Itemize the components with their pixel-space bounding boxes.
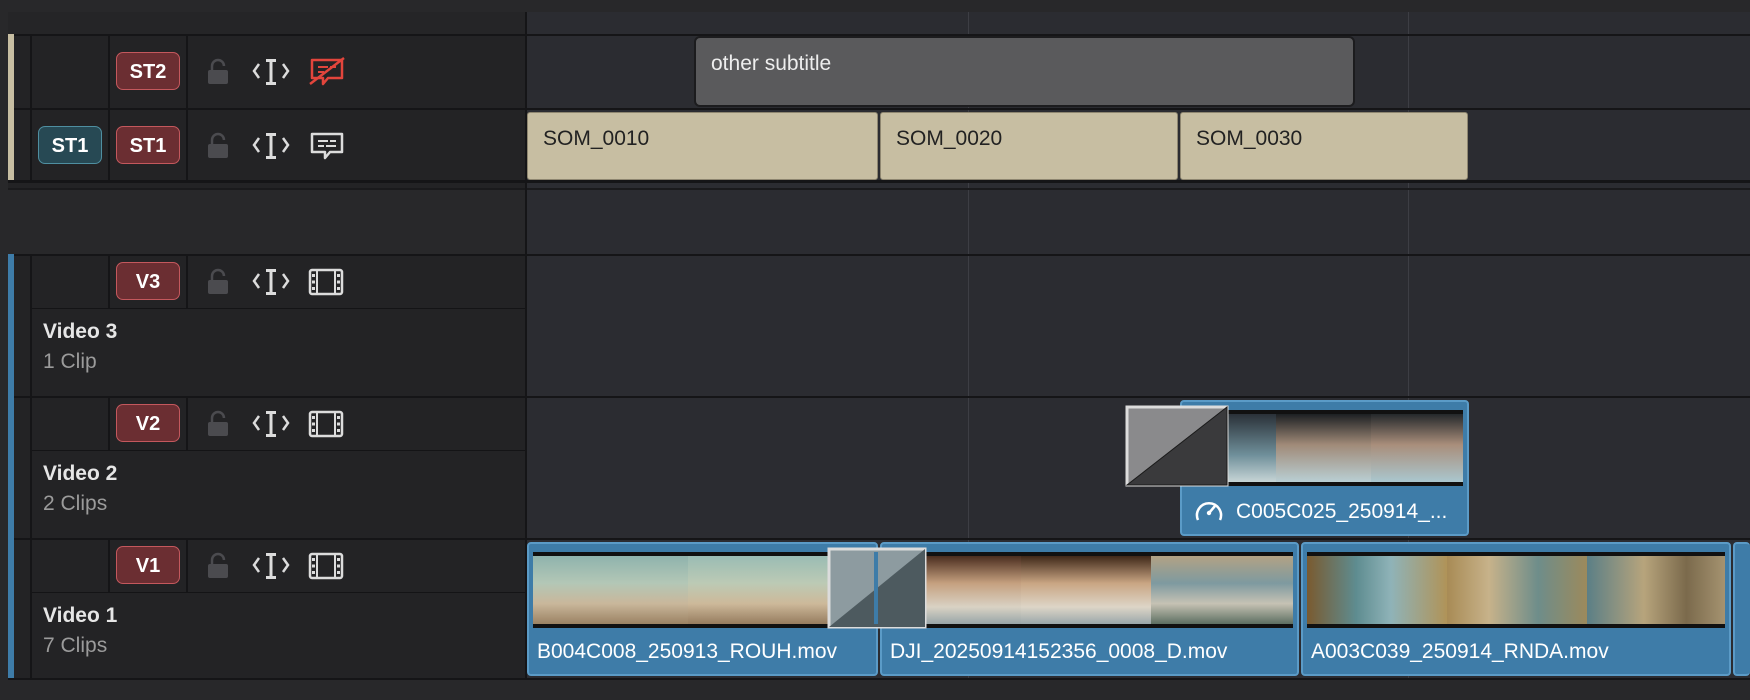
subtitle-clip-text: SOM_0010 — [543, 127, 650, 150]
subtitle-clip-st2[interactable]: other subtitle — [694, 36, 1355, 107]
film-icon[interactable] — [308, 268, 344, 296]
clip-count-v2: 2 Clips — [43, 492, 108, 515]
track-name-v3[interactable]: Video 3 — [43, 320, 117, 344]
timeline-editor: ST2 ST1 ST1 V3 Video 3 1 Clip V2 Video 2… — [0, 0, 1750, 700]
clip-name: DJI_20250914152356_0008_D.mov — [890, 640, 1228, 663]
track-badge-v3[interactable]: V3 — [116, 262, 180, 300]
auto-select-icon[interactable] — [252, 56, 290, 86]
source-badge-st1[interactable]: ST1 — [38, 126, 102, 164]
film-icon[interactable] — [308, 552, 344, 580]
video-clip-v1[interactable]: A003C039_250914_RNDA.mov — [1301, 542, 1731, 676]
transition-handle[interactable] — [1124, 404, 1230, 488]
lock-icon[interactable] — [204, 410, 232, 438]
track-badge-v2[interactable]: V2 — [116, 404, 180, 442]
video-clip-v1[interactable]: DJI_20250914152356_0008_D.mov — [880, 542, 1299, 676]
track-badge-st2[interactable]: ST2 — [116, 52, 180, 90]
subtitle-clip-text: SOM_0020 — [896, 127, 1003, 150]
track-badge-v1[interactable]: V1 — [116, 546, 180, 584]
clip-name: C005C025_250914_... — [1236, 500, 1448, 523]
lock-icon[interactable] — [204, 268, 232, 296]
clip-thumbnails — [1307, 552, 1725, 628]
subtitle-spacer — [8, 12, 527, 34]
subtitle-clip-st1[interactable]: SOM_0030 — [1180, 112, 1468, 180]
track-badge-st1[interactable]: ST1 — [116, 126, 180, 164]
subtitle-disabled-icon[interactable] — [308, 56, 346, 88]
lock-icon[interactable] — [204, 552, 232, 580]
auto-select-icon[interactable] — [252, 130, 290, 160]
track-name-v1[interactable]: Video 1 — [43, 604, 117, 628]
subtitle-clip-st1[interactable]: SOM_0020 — [880, 112, 1178, 180]
clip-name: A003C039_250914_RNDA.mov — [1311, 640, 1609, 663]
subtitle-clip-text: SOM_0030 — [1196, 127, 1303, 150]
clip-count-v3: 1 Clip — [43, 350, 97, 373]
lock-icon[interactable] — [204, 132, 232, 160]
subtitle-clip-st1[interactable]: SOM_0010 — [527, 112, 878, 180]
auto-select-icon[interactable] — [252, 408, 290, 438]
subtitle-track-stripe — [8, 34, 14, 180]
auto-select-icon[interactable] — [252, 550, 290, 580]
clip-count-v1: 7 Clips — [43, 634, 108, 657]
clip-name: B004C008_250913_ROUH.mov — [537, 640, 838, 663]
film-icon[interactable] — [308, 410, 344, 438]
track-name-v2[interactable]: Video 2 — [43, 462, 117, 486]
clip-thumbnails — [886, 552, 1293, 628]
video-clip-v1[interactable] — [1733, 542, 1750, 676]
auto-select-icon[interactable] — [252, 266, 290, 296]
subtitle-clip-text: other subtitle — [711, 52, 832, 75]
lock-icon[interactable] — [204, 58, 232, 86]
clip-thumbnails — [533, 552, 872, 628]
video-track-stripe — [8, 254, 14, 678]
transition-handle[interactable] — [826, 546, 928, 630]
speed-change-icon — [1195, 502, 1223, 521]
subtitle-icon[interactable] — [308, 130, 346, 162]
